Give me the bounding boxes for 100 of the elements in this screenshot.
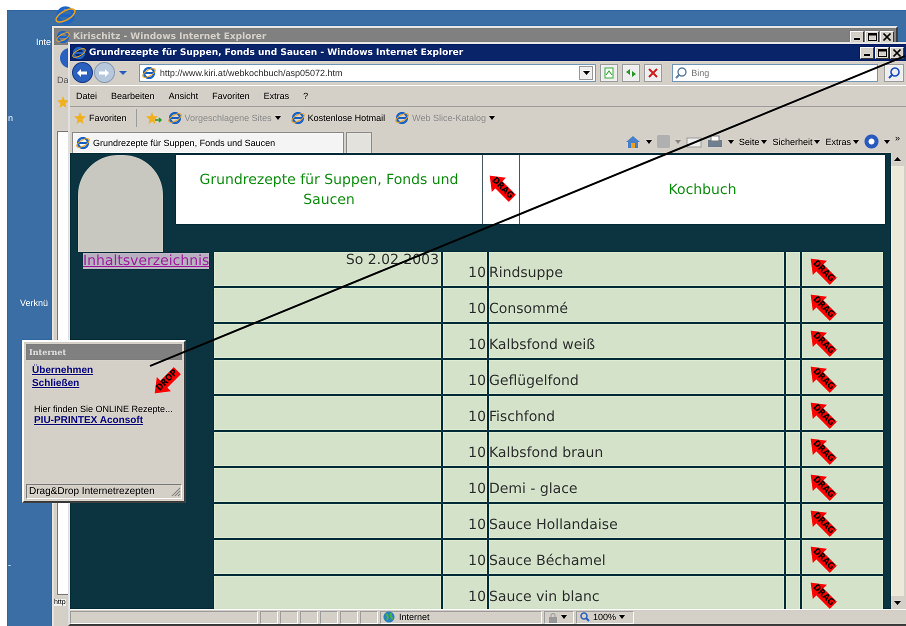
recipe-name-cell: Sauce Béchamel: [489, 540, 784, 574]
recipe-name-cell: Sauce vin blanc: [489, 576, 784, 610]
caret-icon: [761, 140, 768, 144]
table-cell: [786, 432, 800, 466]
help-icon: [864, 134, 879, 150]
minimize-button[interactable]: [860, 46, 874, 58]
command-button[interactable]: Sicherheit: [772, 136, 820, 147]
command-button[interactable]: Seite: [738, 136, 768, 147]
desktop-icon-label[interactable]: Inte: [36, 37, 52, 47]
menu-item[interactable]: Datei: [76, 90, 98, 101]
url-text: http://www.kiri.at/webkochbuch/asp05072.htm: [160, 68, 344, 78]
dropdown-button[interactable]: [579, 66, 594, 80]
stop-button[interactable]: [644, 64, 662, 82]
quantity-cell: 10: [443, 288, 487, 322]
right-arrow-icon: [98, 68, 110, 78]
recipe-name-cell: Sauce Hollandaise: [489, 504, 784, 538]
left-arrow-icon: [76, 68, 88, 78]
star-icon: [74, 112, 86, 124]
recipe-name-cell: Consommé: [489, 288, 784, 322]
browser-icon: [72, 46, 86, 60]
window-title: Kirischitz - Windows Internet Explorer: [73, 32, 268, 42]
menu-item[interactable]: Bearbeiten: [111, 90, 155, 101]
browser-icon: [76, 136, 90, 150]
close-button[interactable]: [880, 30, 894, 42]
caret-icon: [646, 140, 652, 144]
quantity-cell: 10: [443, 540, 487, 574]
close-icon: [647, 66, 660, 79]
table-cell: [786, 252, 800, 286]
maximize-icon: [868, 32, 876, 40]
menu-item[interactable]: Extras: [264, 90, 290, 101]
security-zone: Internet: [380, 610, 542, 624]
quantity-cell: 10: [443, 360, 487, 394]
menu-item[interactable]: Da: [57, 75, 69, 85]
menu-item[interactable]: Favoriten: [212, 90, 250, 101]
favorite-link[interactable]: Kostenlose Hotmail: [290, 111, 386, 126]
maximize-button[interactable]: [875, 46, 889, 58]
table-cell: [786, 360, 800, 394]
caret-icon: [561, 615, 567, 620]
menu-item[interactable]: Ansicht: [168, 90, 198, 101]
table-cell: [786, 324, 800, 358]
window-title: Internet: [29, 347, 66, 357]
overflow-button[interactable]: »: [894, 132, 900, 143]
status-panel: [360, 610, 378, 624]
scrollbar[interactable]: [891, 153, 904, 610]
protected-mode-button[interactable]: [544, 610, 574, 624]
command-button[interactable]: Extras: [825, 136, 859, 147]
search-button[interactable]: [884, 64, 904, 82]
compatibility-button[interactable]: [600, 64, 618, 82]
search-field[interactable]: Bing: [672, 64, 878, 82]
link[interactable]: Übernehmen: [32, 364, 94, 377]
caret-icon: [582, 70, 590, 75]
quantity-cell: 10: [443, 324, 487, 358]
close-button[interactable]: [890, 46, 904, 58]
quantity-cell: 10: [443, 396, 487, 430]
caret-icon: [674, 140, 681, 144]
maximize-button[interactable]: [865, 30, 879, 42]
favorites-button[interactable]: Favoriten: [74, 112, 127, 124]
link[interactable]: PIU-PRINTEX Aconsoft: [34, 414, 144, 427]
quantity-cell: 10: [443, 432, 487, 466]
home-icon: [624, 134, 641, 149]
page-title: Grundrezepte für Suppen, Fonds und Saucen: [176, 155, 482, 224]
maximize-icon: [878, 48, 886, 56]
browser-tab[interactable]: Grundrezepte für Suppen, Fonds und Saucen: [72, 132, 344, 154]
table-cell: [786, 288, 800, 322]
minimize-icon: [864, 54, 870, 56]
desktop-icon-label[interactable]: n: [8, 113, 14, 123]
book-title: Kochbuch: [520, 155, 885, 224]
desktop-icon-label[interactable]: Verknü: [20, 298, 48, 308]
menu-item[interactable]: ?: [303, 90, 308, 101]
address-field[interactable]: http://www.kiri.at/webkochbuch/asp05072.htm: [138, 64, 596, 82]
close-icon: [893, 48, 901, 56]
zoom-button[interactable]: 100%: [576, 610, 634, 624]
feed-icon: [656, 135, 670, 148]
status-panel: [340, 610, 358, 624]
recipe-name-cell: Fischfond: [489, 396, 784, 430]
table-cell: [786, 468, 800, 502]
page-icon: [603, 66, 616, 79]
print-icon: [706, 134, 723, 149]
caret-icon: [814, 140, 820, 144]
refresh-button[interactable]: [622, 64, 640, 82]
quantity-cell: 10: [443, 504, 487, 538]
back-button[interactable]: [72, 62, 93, 84]
quantity-cell: 10: [443, 576, 487, 610]
recipe-name-cell: Kalbsfond weiß: [489, 324, 784, 358]
minimize-button[interactable]: [850, 30, 864, 42]
caret-icon: [619, 615, 626, 620]
recipe-name-cell: Geflügelfond: [489, 360, 784, 394]
browser-icon: [395, 111, 410, 126]
quantity-cell: 10: [443, 252, 487, 286]
new-tab-button[interactable]: [346, 132, 372, 154]
globe-icon: [383, 611, 395, 624]
star-icon: [57, 96, 69, 108]
caret-icon: [118, 70, 127, 76]
search-placeholder: Bing: [691, 68, 710, 78]
table-cell: [786, 576, 800, 610]
caret-icon: [884, 140, 890, 144]
desktop-icon-label[interactable]: -: [8, 560, 11, 570]
status-panel: [320, 610, 338, 624]
link[interactable]: Schließen: [32, 377, 80, 390]
table-cell: [786, 504, 800, 538]
